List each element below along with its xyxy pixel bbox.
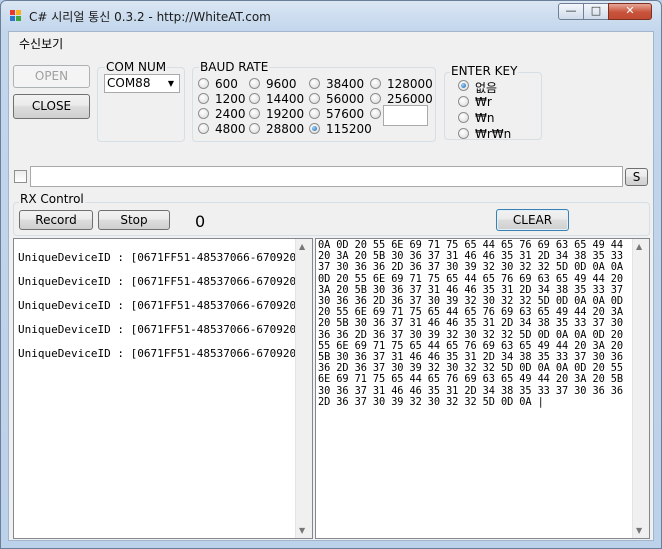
maximize-button[interactable]: □ (583, 3, 609, 20)
window-title: C# 시리얼 통신 0.3.2 - http://WhiteAT.com (29, 10, 271, 24)
record-button[interactable]: Record (19, 210, 93, 230)
close-button[interactable]: CLOSE (13, 94, 90, 119)
radio-icon (198, 123, 209, 134)
radio-icon (249, 108, 260, 119)
radio-icon (249, 93, 260, 104)
minimize-button[interactable]: — (558, 3, 584, 20)
radio-icon (198, 108, 209, 119)
com-num-label: COM NUM (105, 60, 168, 74)
send-button[interactable]: S (625, 168, 648, 186)
scroll-up-icon[interactable]: ▲ (299, 242, 305, 251)
radio-icon (309, 78, 320, 89)
rx-control-label: RX Control (19, 192, 85, 206)
rx-text-scrollbar[interactable]: ▲ ▼ (295, 239, 312, 538)
clear-button[interactable]: CLEAR (496, 209, 569, 231)
radio-selected-icon (458, 80, 469, 91)
custom-baud-input[interactable] (383, 105, 428, 126)
hex-line: 37 30 36 36 2D 36 37 30 39 32 30 32 32 5… (318, 261, 623, 273)
radio-icon (309, 108, 320, 119)
stop-button[interactable]: Stop (98, 210, 170, 230)
radio-icon (458, 128, 469, 139)
rx-text-line: UniqueDeviceID : [0671FF51-48537066-6709… (18, 323, 313, 336)
rx-hex-pane[interactable]: 0A 0D 20 55 6E 69 71 75 65 44 65 76 69 6… (315, 238, 650, 539)
close-window-button[interactable]: ✕ (608, 3, 652, 20)
radio-selected-icon (309, 123, 320, 134)
rx-text-line: UniqueDeviceID : [0671FF51-48537066-6709… (18, 275, 313, 288)
radio-icon (309, 93, 320, 104)
menu-bar: 수신보기 (9, 32, 653, 54)
scroll-down-icon[interactable]: ▼ (299, 526, 305, 535)
baud-rate-label: BAUD RATE (199, 60, 270, 74)
open-button[interactable]: OPEN (13, 65, 90, 88)
scroll-down-icon[interactable]: ▼ (636, 526, 642, 535)
rx-hex-scrollbar[interactable]: ▲ ▼ (632, 239, 649, 538)
main-window: C# 시리얼 통신 0.3.2 - http://WhiteAT.com — □… (0, 0, 662, 549)
hex-line: 20 5B 30 36 37 31 46 46 35 31 2D 34 38 3… (318, 317, 623, 329)
rx-text-line: UniqueDeviceID : [0671FF51-48537066-6709… (18, 251, 313, 264)
chevron-down-icon: ▼ (167, 79, 175, 88)
hex-line: 2D 36 37 30 39 32 30 32 32 5D 0D 0A | (318, 396, 544, 408)
enter-key-label: ENTER KEY (450, 64, 519, 78)
rx-text-line: UniqueDeviceID : [0671FF51-48537066-6709… (18, 347, 313, 360)
rx-text-pane[interactable]: UniqueDeviceID : [0671FF51-48537066-6709… (13, 238, 313, 539)
radio-icon (458, 96, 469, 107)
radio-icon (370, 78, 381, 89)
radio-icon (198, 93, 209, 104)
menu-item-rx-view[interactable]: 수신보기 (19, 35, 63, 52)
radio-icon (370, 108, 381, 119)
app-icon (10, 10, 22, 22)
hex-line: 6E 69 71 75 65 44 65 76 69 63 65 49 44 2… (318, 373, 623, 385)
send-checkbox[interactable] (14, 170, 27, 183)
com-port-value: COM88 (107, 76, 151, 90)
radio-icon (249, 78, 260, 89)
rx-text-line: UniqueDeviceID : [0671FF51-48537066-6709… (18, 299, 313, 312)
radio-icon (370, 93, 381, 104)
rx-counter: 0 (195, 212, 206, 231)
client-area: 수신보기 OPEN CLOSE COM NUM COM88 ▼ BAUD RAT… (8, 31, 654, 541)
radio-icon (458, 112, 469, 123)
scroll-up-icon[interactable]: ▲ (636, 242, 642, 251)
send-text-input[interactable] (30, 166, 623, 187)
title-bar[interactable]: C# 시리얼 통신 0.3.2 - http://WhiteAT.com — □… (1, 1, 661, 31)
com-port-select[interactable]: COM88 ▼ (104, 74, 180, 93)
radio-icon (249, 123, 260, 134)
radio-icon (198, 78, 209, 89)
